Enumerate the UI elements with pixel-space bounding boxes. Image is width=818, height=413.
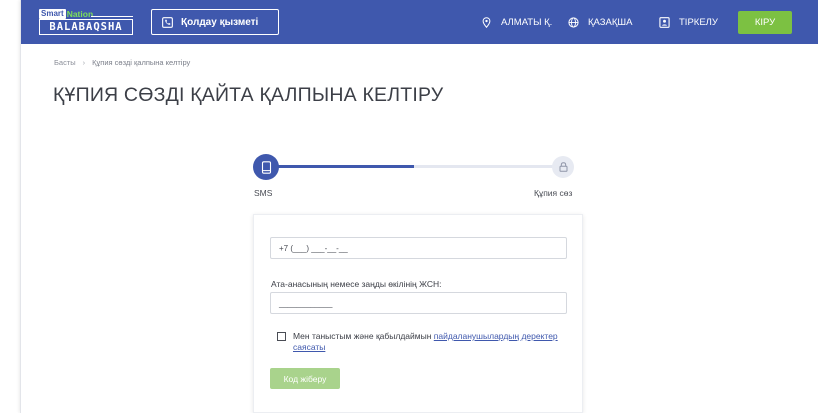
logo[interactable]: Smart Nation BALABAQSHA	[39, 8, 135, 36]
consent-checkbox[interactable]	[277, 332, 286, 341]
lock-icon	[559, 162, 567, 172]
logo-divider	[91, 16, 133, 17]
top-nav-bar: Smart Nation BALABAQSHA Қолдау қызметі А…	[21, 0, 818, 44]
breadcrumb-separator: ›	[82, 58, 86, 67]
login-button[interactable]: КІРУ	[738, 11, 792, 34]
step-password-label: Құпия сөз	[534, 188, 573, 198]
globe-icon	[568, 16, 579, 28]
stepper-progress-done	[264, 165, 414, 168]
breadcrumb: Басты › Құпия сөзді қалпына келтіру	[54, 58, 190, 67]
phone-support-icon	[162, 16, 173, 28]
logo-smart: Smart	[39, 8, 66, 19]
consent-label: Мен таныстым және қабылдаймын	[293, 331, 434, 341]
phone-icon	[261, 160, 271, 174]
language-label: ҚАЗАҚША	[588, 16, 633, 28]
location-pin-icon	[482, 16, 491, 28]
stepper-progress-rest	[414, 165, 564, 168]
page-title: ҚҰПИЯ СӨЗДІ ҚАЙТА ҚАЛПЫНА КЕЛТІРУ	[53, 84, 444, 106]
breadcrumb-home[interactable]: Басты	[54, 58, 76, 67]
iin-input[interactable]: ____________	[270, 292, 567, 314]
step-sms-label: SMS	[254, 188, 273, 198]
support-button[interactable]: Қолдау қызметі	[151, 9, 279, 35]
step-sms	[253, 154, 279, 180]
step-password	[552, 156, 574, 178]
register-link[interactable]: ТІРКЕЛУ	[659, 0, 718, 44]
breadcrumb-current: Құпия сөзді қалпына келтіру	[92, 58, 191, 67]
user-card-icon	[659, 16, 670, 28]
iin-field-label: Ата-анасының немесе заңды өкілінің ЖСН:	[271, 279, 442, 289]
language-selector[interactable]: ҚАЗАҚША	[568, 0, 632, 44]
logo-main: BALABAQSHA	[39, 19, 133, 35]
support-label: Қолдау қызметі	[181, 16, 259, 28]
logo-top: Smart Nation	[39, 8, 93, 19]
phone-input[interactable]: +7 (___) ___-__-__	[270, 237, 567, 259]
register-label: ТІРКЕЛУ	[679, 16, 718, 28]
send-code-button[interactable]: Код жіберу	[270, 368, 340, 389]
consent-text: Мен таныстым және қабылдаймын пайдалануш…	[293, 331, 583, 353]
city-label: АЛМАТЫ Қ.	[501, 16, 553, 28]
city-selector[interactable]: АЛМАТЫ Қ.	[481, 0, 552, 44]
logo-nation: Nation	[66, 8, 94, 19]
app-frame: Smart Nation BALABAQSHA Қолдау қызметі А…	[20, 0, 818, 413]
